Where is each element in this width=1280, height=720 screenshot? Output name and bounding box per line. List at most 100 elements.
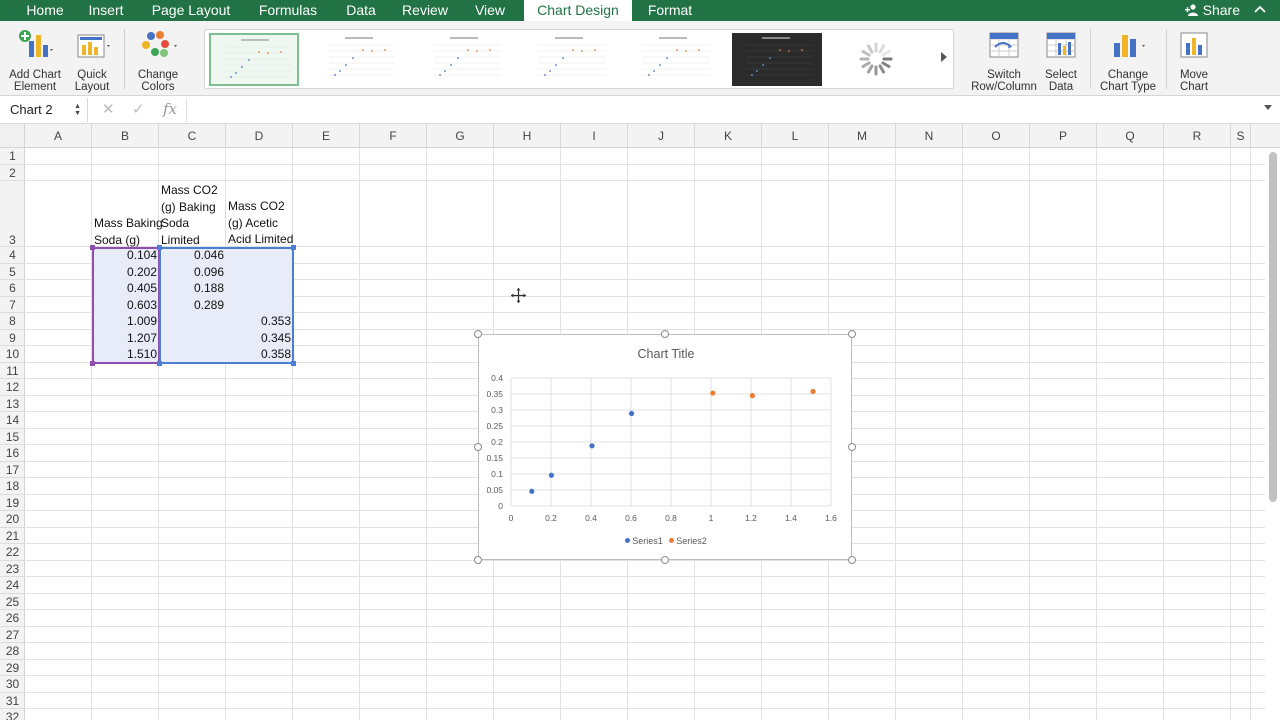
tab-data[interactable]: Data	[336, 0, 386, 21]
row-header-13[interactable]: 13	[0, 396, 25, 412]
row-header-10[interactable]: 10	[0, 346, 25, 363]
scatter-chart[interactable]: Chart Title 0 0.2 0.4 0.6 0.8 1 1.2 1.4 1.6 0 0.05…	[474, 330, 856, 564]
cell-b6[interactable]: 0.405	[92, 280, 159, 297]
column-header-f[interactable]: F	[360, 124, 427, 148]
tab-insert[interactable]: Insert	[80, 0, 132, 21]
tab-home[interactable]: Home	[10, 0, 80, 21]
data-point-series1[interactable]	[529, 488, 535, 494]
data-point-series1[interactable]	[589, 443, 595, 449]
row-header-30[interactable]: 30	[0, 676, 25, 693]
tab-format[interactable]: Format	[638, 0, 702, 21]
cell-d9[interactable]: 0.345	[226, 330, 293, 347]
cell-b7[interactable]: 0.603	[92, 297, 159, 314]
chart-resize-handle[interactable]	[848, 556, 856, 564]
cell-d4[interactable]	[226, 247, 293, 264]
header-mass-baking-soda[interactable]: Mass Baking Soda (g)	[94, 215, 163, 248]
legend-item-series2[interactable]: Series2	[669, 536, 707, 546]
row-header-24[interactable]: 24	[0, 577, 25, 594]
column-header-k[interactable]: K	[695, 124, 762, 148]
row-header-8[interactable]: 8	[0, 313, 25, 330]
formula-input[interactable]	[186, 98, 1256, 122]
cell-c6[interactable]: 0.188	[159, 280, 226, 297]
chart-resize-handle[interactable]	[474, 443, 482, 451]
cell-b8[interactable]: 1.009	[92, 313, 159, 330]
select-data-button[interactable]: Select Data	[1040, 27, 1082, 93]
switch-row-column-button[interactable]: Switch Row/Column	[970, 27, 1038, 93]
chart-style-thumbnail-2[interactable]	[315, 33, 405, 86]
row-header-29[interactable]: 29	[0, 660, 25, 676]
cell-d10[interactable]: 0.358	[226, 346, 293, 363]
data-point-series2[interactable]	[810, 388, 816, 395]
column-header-r[interactable]: R	[1164, 124, 1231, 148]
header-mass-co2-baking-soda-limited[interactable]: Mass CO2 (g) Baking Soda Limited	[161, 182, 218, 248]
header-mass-co2-acetic-acid-limited[interactable]: Mass CO2 (g) Acetic Acid Limited	[228, 198, 293, 248]
column-header-b[interactable]: B	[92, 124, 159, 148]
chart-plot-area[interactable]: 0 0.2 0.4 0.6 0.8 1 1.2 1.4 1.6 0 0.05 0.1 0.15 0.2 0.…	[479, 335, 853, 561]
cancel-icon[interactable]: ✕	[102, 100, 115, 118]
chart-style-thumbnail-1[interactable]	[209, 33, 299, 86]
tab-page-layout[interactable]: Page Layout	[140, 0, 242, 21]
row-header-3[interactable]: 3	[0, 181, 25, 247]
tab-chart-design[interactable]: Chart Design	[524, 0, 632, 21]
column-header-s[interactable]: S	[1231, 124, 1251, 148]
quick-layout-button[interactable]: Quick Layout	[68, 27, 116, 93]
chart-resize-handle[interactable]	[848, 443, 856, 451]
chart-style-thumbnail-4[interactable]	[525, 33, 615, 86]
row-header-4[interactable]: 4	[0, 247, 25, 264]
row-header-19[interactable]: 19	[0, 495, 25, 511]
name-box[interactable]: Chart 2 ▲ ▼	[0, 98, 88, 122]
cell-c5[interactable]: 0.096	[159, 264, 226, 281]
row-header-5[interactable]: 5	[0, 264, 25, 280]
chart-style-thumbnail-5[interactable]	[629, 33, 719, 86]
cell-d7[interactable]	[226, 297, 293, 314]
column-header-o[interactable]: O	[963, 124, 1030, 148]
select-all-corner[interactable]	[0, 124, 25, 148]
cell-b10[interactable]: 1.510	[92, 346, 159, 363]
data-point-series1[interactable]	[548, 472, 554, 478]
change-chart-type-button[interactable]: Change Chart Type	[1096, 27, 1160, 93]
tab-review[interactable]: Review	[394, 0, 456, 21]
cell-d6[interactable]	[226, 280, 293, 297]
range-resize-handle[interactable]	[291, 245, 296, 250]
row-header-9[interactable]: 9	[0, 330, 25, 346]
column-header-g[interactable]: G	[427, 124, 494, 148]
cell-c8[interactable]	[159, 313, 226, 330]
range-resize-handle[interactable]	[157, 245, 162, 250]
column-header-j[interactable]: J	[628, 124, 695, 148]
cell-d5[interactable]	[226, 264, 293, 281]
cell-b5[interactable]: 0.202	[92, 264, 159, 281]
column-header-p[interactable]: P	[1030, 124, 1097, 148]
tab-formulas[interactable]: Formulas	[248, 0, 328, 21]
column-header-q[interactable]: Q	[1097, 124, 1164, 148]
row-header-28[interactable]: 28	[0, 643, 25, 660]
row-header-31[interactable]: 31	[0, 693, 25, 709]
data-point-series2[interactable]	[749, 393, 755, 399]
row-header-17[interactable]: 17	[0, 462, 25, 478]
insert-function-icon[interactable]: fx	[163, 100, 177, 118]
legend-item-series1[interactable]: Series1	[625, 536, 663, 546]
range-resize-handle[interactable]	[157, 360, 162, 366]
add-chart-element-button[interactable]: Add Chart Element	[6, 27, 64, 93]
row-header-18[interactable]: 18	[0, 478, 25, 495]
data-point-series2[interactable]	[710, 390, 716, 396]
row-header-1[interactable]: 1	[0, 148, 25, 165]
column-header-l[interactable]: L	[762, 124, 829, 148]
row-header-26[interactable]: 26	[0, 610, 25, 627]
cell-c10[interactable]	[159, 346, 226, 363]
cell-c9[interactable]	[159, 330, 226, 347]
row-header-6[interactable]: 6	[0, 280, 25, 297]
cell-b4[interactable]: 0.104	[92, 247, 159, 264]
row-header-16[interactable]: 16	[0, 445, 25, 462]
confirm-icon[interactable]: ✓	[132, 100, 145, 118]
column-header-h[interactable]: H	[494, 124, 561, 148]
tab-view[interactable]: View	[464, 0, 516, 21]
chart-resize-handle[interactable]	[848, 330, 856, 338]
formula-bar-expand-icon[interactable]	[1264, 105, 1272, 110]
chart-style-thumbnail-6[interactable]	[732, 33, 822, 86]
scrollbar-thumb[interactable]	[1269, 152, 1277, 502]
row-header-21[interactable]: 21	[0, 528, 25, 544]
column-header-a[interactable]: A	[25, 124, 92, 148]
row-header-14[interactable]: 14	[0, 412, 25, 429]
gallery-next-arrow-icon[interactable]	[941, 52, 947, 62]
chart-resize-handle[interactable]	[474, 556, 482, 564]
